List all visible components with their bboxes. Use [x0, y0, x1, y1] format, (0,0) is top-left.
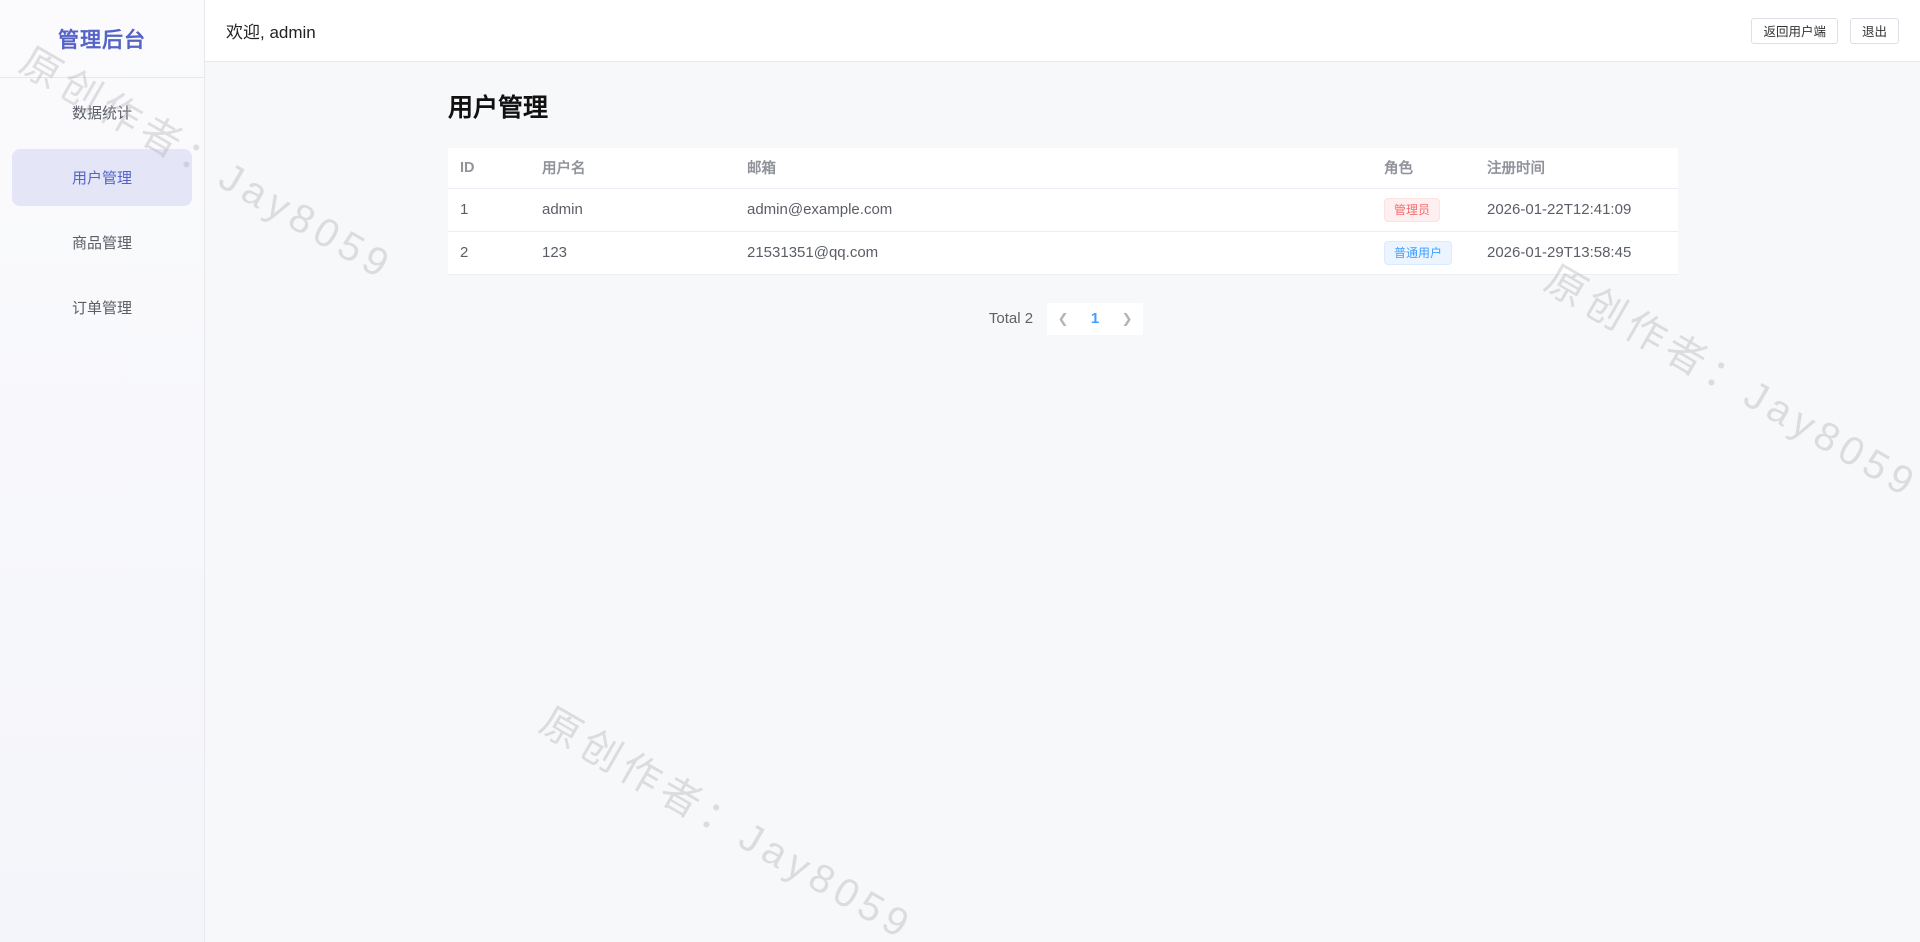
- back-to-user-button[interactable]: 返回用户端: [1751, 17, 1838, 44]
- next-page-icon[interactable]: ❯: [1111, 303, 1143, 335]
- cell-id: 2: [448, 231, 530, 275]
- column-header-id[interactable]: ID: [448, 148, 530, 189]
- column-header-username[interactable]: 用户名: [530, 148, 735, 189]
- cell-registered: 2026-01-29T13:58:45: [1475, 231, 1678, 275]
- prev-page-icon[interactable]: ❮: [1047, 303, 1079, 335]
- logout-button[interactable]: 退出: [1849, 17, 1899, 44]
- page-number-current[interactable]: 1: [1079, 303, 1111, 335]
- sidebar-item-products[interactable]: 商品管理: [12, 214, 192, 271]
- watermark: 原创作者：Jay8059: [532, 699, 922, 942]
- table-header-row: ID 用户名 邮箱 角色 注册时间: [448, 148, 1678, 189]
- main-content: 用户管理 ID 用户名 邮箱 角色 注册时间 1 admin admin@exa…: [448, 62, 1678, 335]
- cell-registered: 2026-01-22T12:41:09: [1475, 188, 1678, 232]
- table-row[interactable]: 1 admin admin@example.com 管理员 2026-01-22…: [448, 188, 1678, 232]
- pagination-total: Total 2: [988, 310, 1034, 327]
- brand-title: 管理后台: [0, 0, 204, 78]
- sidebar-item-orders[interactable]: 订单管理: [12, 279, 192, 336]
- role-badge: 管理员: [1384, 197, 1441, 222]
- sidebar-item-statistics[interactable]: 数据统计: [12, 84, 192, 141]
- top-header: 欢迎, admin 返回用户端 退出: [205, 0, 1920, 62]
- cell-email: admin@example.com: [735, 188, 1372, 232]
- users-table: ID 用户名 邮箱 角色 注册时间 1 admin admin@example.…: [448, 148, 1678, 275]
- cell-username: 123: [530, 231, 735, 275]
- pagination: Total 2 ❮ 1 ❯: [448, 302, 1678, 335]
- pager: ❮ 1 ❯: [1047, 302, 1144, 335]
- sidebar-item-users[interactable]: 用户管理: [12, 149, 192, 206]
- cell-username: admin: [530, 188, 735, 232]
- table-row[interactable]: 2 123 21531351@qq.com 普通用户 2026-01-29T13…: [448, 231, 1678, 275]
- column-header-email[interactable]: 邮箱: [735, 148, 1372, 189]
- welcome-text: 欢迎, admin: [226, 23, 316, 42]
- cell-role: 管理员: [1372, 188, 1475, 232]
- cell-email: 21531351@qq.com: [735, 231, 1372, 275]
- sidebar: 管理后台 数据统计 用户管理 商品管理 订单管理: [0, 0, 205, 942]
- cell-id: 1: [448, 188, 530, 232]
- cell-role: 普通用户: [1372, 231, 1475, 275]
- page-title: 用户管理: [448, 94, 549, 122]
- header-actions: 返回用户端 退出: [1751, 17, 1899, 44]
- role-badge: 普通用户: [1384, 240, 1453, 265]
- sidebar-nav: 数据统计 用户管理 商品管理 订单管理: [0, 84, 204, 336]
- column-header-registered[interactable]: 注册时间: [1475, 148, 1678, 189]
- column-header-role[interactable]: 角色: [1372, 148, 1475, 189]
